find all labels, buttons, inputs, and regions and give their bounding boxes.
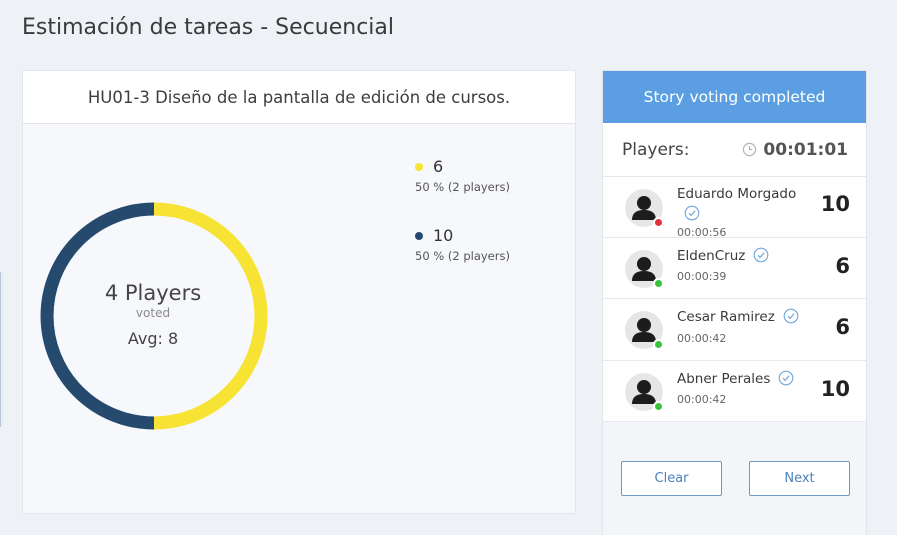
player-vote-time: 00:00:42 [677,393,727,406]
status-online-dot [653,339,664,350]
legend-item-10: 10 50 % (2 players) [415,226,510,263]
legend-dot-navy [415,231,423,240]
player-vote-value: 10 [820,377,850,401]
player-row: Abner Perales 00:00:42 10 [603,361,866,422]
status-online-dot [653,278,664,289]
player-vote-time: 00:00:42 [677,332,727,345]
players-voted-count: 4 Players [104,281,202,305]
voted-check-icon [783,308,799,324]
collapsed-side-tab[interactable] [0,272,3,427]
player-name-text: Abner Perales [677,371,771,387]
legend-value: 10 [433,226,454,245]
players-header: Players: 00:01:01 [603,123,866,177]
voted-check-icon [753,247,769,263]
voted-check-icon [779,370,794,386]
player-vote-value: 10 [820,192,850,216]
player-name-text: EldenCruz [677,248,746,264]
legend-value: 6 [433,157,444,176]
page-title: Estimación de tareas - Secuencial [22,15,395,40]
vote-legend: 6 50 % (2 players) 10 50 % (2 players) [415,157,510,295]
players-panel: Story voting completed Players: 00:01:01… [602,70,867,535]
avatar [625,250,664,289]
player-vote-time: 00:00:39 [677,270,727,283]
voted-check-icon [684,205,700,221]
player-name: EldenCruz [677,247,769,264]
voted-label: voted [135,306,171,320]
player-row: Cesar Ramirez 00:00:42 6 [603,299,866,361]
player-name-text: Cesar Ramirez [677,309,775,325]
player-name: Eduardo Morgado [677,186,797,202]
player-list: Eduardo Morgado 00:00:56 10 EldenCruz 00… [603,177,866,422]
story-title: HU01-3 Diseño de la pantalla de edición … [23,71,575,124]
next-button[interactable]: Next [749,461,850,496]
player-name: Abner Perales [677,370,794,387]
players-label: Players: [622,139,690,160]
legend-detail: 50 % (2 players) [415,180,510,194]
clear-button[interactable]: Clear [621,461,722,496]
voting-status-banner: Story voting completed [603,71,866,123]
legend-item-6: 6 50 % (2 players) [415,157,510,194]
avatar [625,373,664,412]
status-online-dot [653,401,664,412]
timer-value: 00:01:01 [763,139,848,160]
avatar [625,189,664,228]
status-offline-dot [653,217,664,228]
player-vote-value: 6 [835,315,850,339]
average-estimate: Avg: 8 [127,329,179,348]
legend-detail: 50 % (2 players) [415,249,510,263]
player-vote-value: 6 [835,254,850,278]
legend-dot-yellow [415,162,423,171]
session-timer: 00:01:01 [742,140,848,160]
player-row: EldenCruz 00:00:39 6 [603,238,866,299]
clock-icon [743,142,757,157]
donut-center-summary: 4 Players voted Avg: 8 [53,281,253,348]
player-name: Cesar Ramirez [677,308,799,325]
avatar [625,311,664,350]
player-row: Eduardo Morgado 00:00:56 10 [603,177,866,239]
story-card: HU01-3 Diseño de la pantalla de edición … [22,70,576,514]
